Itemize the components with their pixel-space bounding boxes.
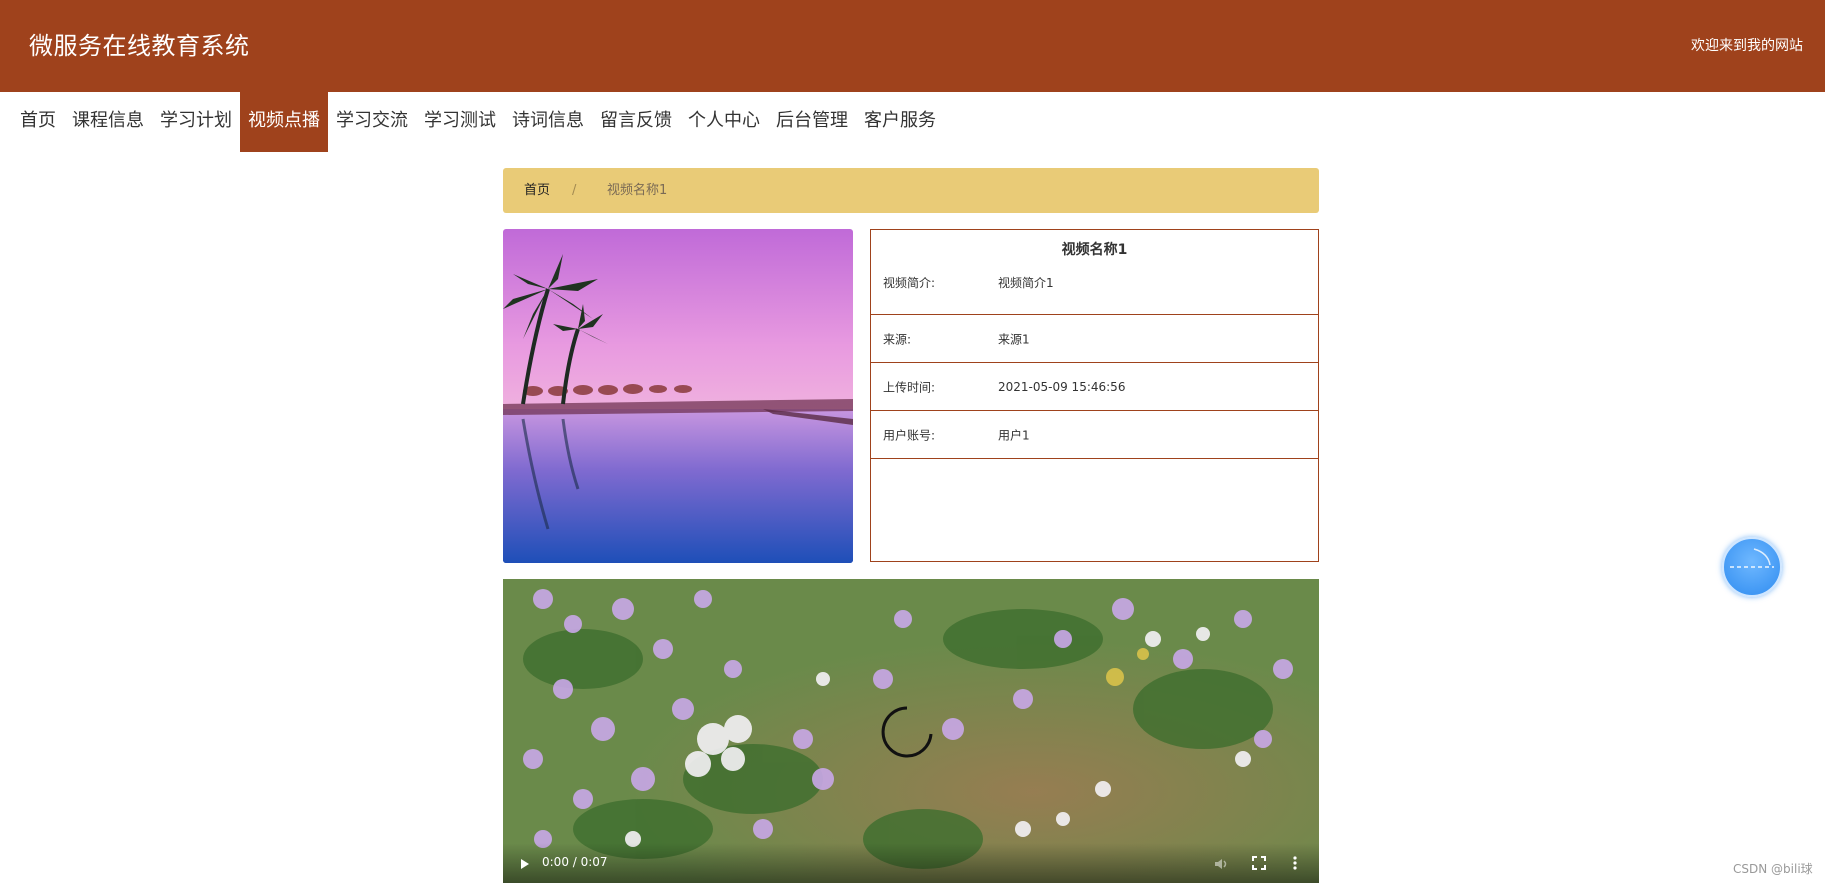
video-time: 0:00 / 0:07: [542, 855, 608, 869]
video-controls: 0:00 / 0:07: [503, 843, 1319, 883]
floating-assistant-button[interactable]: [1722, 537, 1782, 597]
main-nav: 首页 课程信息 学习计划 视频点播 学习交流 学习测试 诗词信息 留言反馈 个人…: [12, 92, 944, 152]
detail-value-source: 来源1: [998, 332, 1030, 346]
nav-item-video-on-demand[interactable]: 视频点播: [240, 92, 328, 152]
site-title[interactable]: 微服务在线教育系统: [29, 30, 250, 62]
detail-value-user-account: 用户1: [998, 428, 1030, 442]
video-title: 视频名称1: [1061, 242, 1128, 258]
assistant-icon: [1730, 548, 1774, 568]
detail-row-source: 来源: 来源1: [871, 315, 1318, 363]
volume-icon[interactable]: [1213, 856, 1229, 872]
play-icon[interactable]: [521, 859, 529, 869]
welcome-text: 欢迎来到我的网站: [1691, 38, 1803, 54]
nav-item-admin[interactable]: 后台管理: [768, 92, 856, 152]
breadcrumb-home-link[interactable]: 首页: [524, 168, 550, 213]
fullscreen-icon[interactable]: [1252, 856, 1266, 870]
nav-item-poetry-info[interactable]: 诗词信息: [504, 92, 592, 152]
nav-item-study-exchange[interactable]: 学习交流: [328, 92, 416, 152]
csdn-watermark: CSDN @bili球: [1733, 862, 1813, 876]
breadcrumb-current: 视频名称1: [607, 183, 668, 198]
detail-value-intro: 视频简介1: [998, 276, 1054, 290]
nav-item-personal-center[interactable]: 个人中心: [680, 92, 768, 152]
detail-label-upload-time: 上传时间:: [883, 380, 936, 394]
detail-row-intro: 视频简介: 视频简介1: [871, 266, 1318, 315]
detail-row-upload-time: 上传时间: 2021-05-09 15:46:56: [871, 363, 1318, 411]
detail-value-upload-time: 2021-05-09 15:46:56: [998, 379, 1126, 394]
nav-item-feedback[interactable]: 留言反馈: [592, 92, 680, 152]
video-cover-image: [503, 229, 853, 563]
loading-spinner-icon: [881, 706, 933, 758]
video-player[interactable]: 0:00 / 0:07: [503, 579, 1319, 883]
nav-item-study-plan[interactable]: 学习计划: [152, 92, 240, 152]
detail-label-user-account: 用户账号:: [883, 428, 936, 442]
site-header: 微服务在线教育系统 欢迎来到我的网站: [0, 0, 1825, 92]
nav-item-home[interactable]: 首页: [12, 92, 64, 152]
detail-label-intro: 视频简介:: [883, 276, 936, 290]
detail-label-source: 来源:: [883, 332, 912, 346]
breadcrumb-separator: /: [572, 183, 577, 198]
nav-item-study-test[interactable]: 学习测试: [416, 92, 504, 152]
breadcrumb: 首页 / 视频名称1: [503, 168, 1319, 213]
nav-item-customer-service[interactable]: 客户服务: [856, 92, 944, 152]
detail-row-user-account: 用户账号: 用户1: [871, 411, 1318, 459]
video-detail-panel: 视频名称1 视频简介: 视频简介1 来源: 来源1 上传时间: 2021-05-…: [870, 229, 1319, 562]
more-options-icon[interactable]: [1293, 856, 1297, 870]
nav-item-course-info[interactable]: 课程信息: [64, 92, 152, 152]
